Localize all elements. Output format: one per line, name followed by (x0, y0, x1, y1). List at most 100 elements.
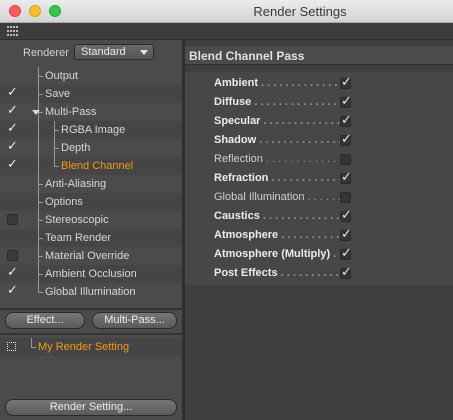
tree-item-label: Material Override (45, 250, 130, 262)
tree-line (38, 121, 39, 139)
enable-checkbox[interactable] (7, 283, 18, 298)
tree-item-label: Output (45, 70, 79, 82)
property-label-text: Ambient (214, 77, 258, 89)
tree-line (38, 283, 39, 292)
property-checkbox[interactable] (340, 246, 352, 261)
window-title: Render Settings (253, 4, 347, 19)
property-label: Post Effects . . . . . . . . . . . . . .… (214, 267, 340, 279)
dot-leader: . . . . . . . . . . . . . . . . . . . . … (281, 229, 340, 241)
property-label-text: Global Illumination (214, 191, 305, 203)
property-checkbox[interactable] (340, 154, 351, 165)
dot-leader: . . . . . . . . . . . . . . . . . . . . … (262, 210, 340, 222)
property-checkbox[interactable] (340, 265, 352, 280)
dot-leader: . . . . . . . . . . . . . . . . . . . . … (271, 172, 340, 184)
divider (0, 333, 182, 335)
dot-leader: . . . . . . . . . . . . . . . . . . . . … (254, 96, 340, 108)
property-list: Ambient . . . . . . . . . . . . . . . . … (185, 72, 453, 285)
tree-item-rgba-image[interactable]: RGBA Image (0, 121, 182, 139)
tree-item-save[interactable]: Save (0, 85, 182, 103)
property-label: Reflection . . . . . . . . . . . . . . .… (214, 153, 340, 165)
panel-header: Blend Channel Pass (185, 46, 453, 65)
property-checkbox[interactable] (340, 132, 352, 147)
tree-line (54, 157, 55, 166)
render-setting-button[interactable]: Render Setting... (5, 399, 177, 416)
enable-checkbox[interactable] (7, 103, 18, 118)
property-atmosphere-multiply: Atmosphere (Multiply) . . . . . . . . . … (185, 245, 453, 264)
property-checkbox[interactable] (340, 113, 352, 128)
tree-item-stereoscopic[interactable]: Stereoscopic (0, 211, 182, 229)
zoom-window-button[interactable] (49, 5, 61, 17)
property-checkbox[interactable] (340, 192, 351, 203)
grip-icon[interactable] (7, 26, 19, 36)
close-window-button[interactable] (9, 5, 21, 17)
tree-line (38, 157, 39, 175)
property-refraction: Refraction . . . . . . . . . . . . . . .… (185, 169, 453, 188)
enable-checkbox[interactable] (7, 139, 18, 154)
property-checkbox[interactable] (340, 170, 352, 185)
enable-checkbox[interactable] (7, 121, 18, 136)
tree-item-ambient-occlusion[interactable]: Ambient Occlusion (0, 265, 182, 283)
dot-leader: . . . . . . . . . . . . . . . . . . . . … (263, 115, 340, 127)
divider (0, 308, 182, 310)
tree-line (38, 139, 39, 157)
property-label-text: Shadow (214, 134, 257, 146)
property-label: Shadow . . . . . . . . . . . . . . . . .… (214, 134, 340, 146)
property-atmosphere: Atmosphere . . . . . . . . . . . . . . .… (185, 226, 453, 245)
property-checkbox[interactable] (340, 75, 352, 90)
property-diffuse: Diffuse . . . . . . . . . . . . . . . . … (185, 93, 453, 112)
multi-pass-button[interactable]: Multi-Pass... (92, 312, 177, 329)
property-label: Atmosphere (Multiply) . . . . . . . . . … (214, 248, 340, 260)
property-global-illumination: Global Illumination . . . . . . . . . . … (185, 188, 453, 207)
tree-item-blend-channel[interactable]: Blend Channel (0, 157, 182, 175)
tree-item-output[interactable]: Output (0, 67, 182, 85)
dot-leader: . . . . . . . . . . . . . . . . . . . . … (307, 191, 340, 203)
tree-item-label: Options (45, 196, 83, 208)
dot-leader: . . . . . . . . . . . . . . . . . . . . … (261, 77, 340, 89)
tree-item-label: Stereoscopic (45, 214, 109, 226)
tree-line (38, 238, 43, 239)
property-label: Ambient . . . . . . . . . . . . . . . . … (214, 77, 340, 89)
renderer-dropdown[interactable]: Standard (74, 44, 154, 60)
property-label-text: Atmosphere (Multiply) (214, 248, 331, 260)
tree-item-label: Ambient Occlusion (45, 268, 137, 280)
toolbar-strip (0, 23, 453, 40)
tree-item-multi-pass[interactable]: Multi-Pass (0, 103, 182, 121)
render-setting-label: My Render Setting (38, 341, 130, 353)
tree-line (38, 184, 43, 185)
tree-item-global-illumination[interactable]: Global Illumination (0, 283, 182, 301)
dot-leader: . . . . . . . . . . . . . . . . . . . . … (333, 248, 340, 260)
tree-item-options[interactable]: Options (0, 193, 182, 211)
tree-item-label: Save (45, 88, 71, 100)
tree-item-material-override[interactable]: Material Override (0, 247, 182, 265)
tree-line (31, 347, 36, 348)
tree-line (54, 148, 59, 149)
expand-triangle-icon[interactable] (32, 110, 40, 115)
effect-button[interactable]: Effect... (5, 312, 85, 329)
panel-title: Blend Channel Pass (189, 49, 305, 63)
enable-checkbox[interactable] (7, 85, 18, 100)
property-checkbox[interactable] (340, 227, 352, 242)
enable-checkbox[interactable] (7, 157, 18, 172)
tree-item-anti-aliasing[interactable]: Anti-Aliasing (0, 175, 182, 193)
property-checkbox[interactable] (340, 94, 352, 109)
tree-item-depth[interactable]: Depth (0, 139, 182, 157)
tree-line (54, 130, 59, 131)
enable-checkbox[interactable] (7, 265, 18, 280)
tree-item-label: Blend Channel (61, 160, 134, 172)
property-checkbox[interactable] (340, 208, 352, 223)
settings-sidebar: Renderer Standard Output Save Multi-Pass RG… (0, 40, 182, 420)
tree-item-team-render[interactable]: Team Render (0, 229, 182, 247)
property-ambient: Ambient . . . . . . . . . . . . . . . . … (185, 74, 453, 93)
renderer-value: Standard (81, 46, 126, 58)
property-reflection: Reflection . . . . . . . . . . . . . . .… (185, 150, 453, 169)
property-label: Refraction . . . . . . . . . . . . . . .… (214, 172, 340, 184)
minimize-window-button[interactable] (29, 5, 41, 17)
property-post-effects: Post Effects . . . . . . . . . . . . . .… (185, 264, 453, 283)
property-caustics: Caustics . . . . . . . . . . . . . . . .… (185, 207, 453, 226)
property-label-text: Refraction (214, 172, 269, 184)
enable-checkbox[interactable] (7, 250, 18, 261)
property-label-text: Reflection (214, 153, 263, 165)
tree-line (38, 292, 43, 293)
render-setting-item[interactable]: My Render Setting (0, 338, 182, 356)
enable-checkbox[interactable] (7, 214, 18, 225)
